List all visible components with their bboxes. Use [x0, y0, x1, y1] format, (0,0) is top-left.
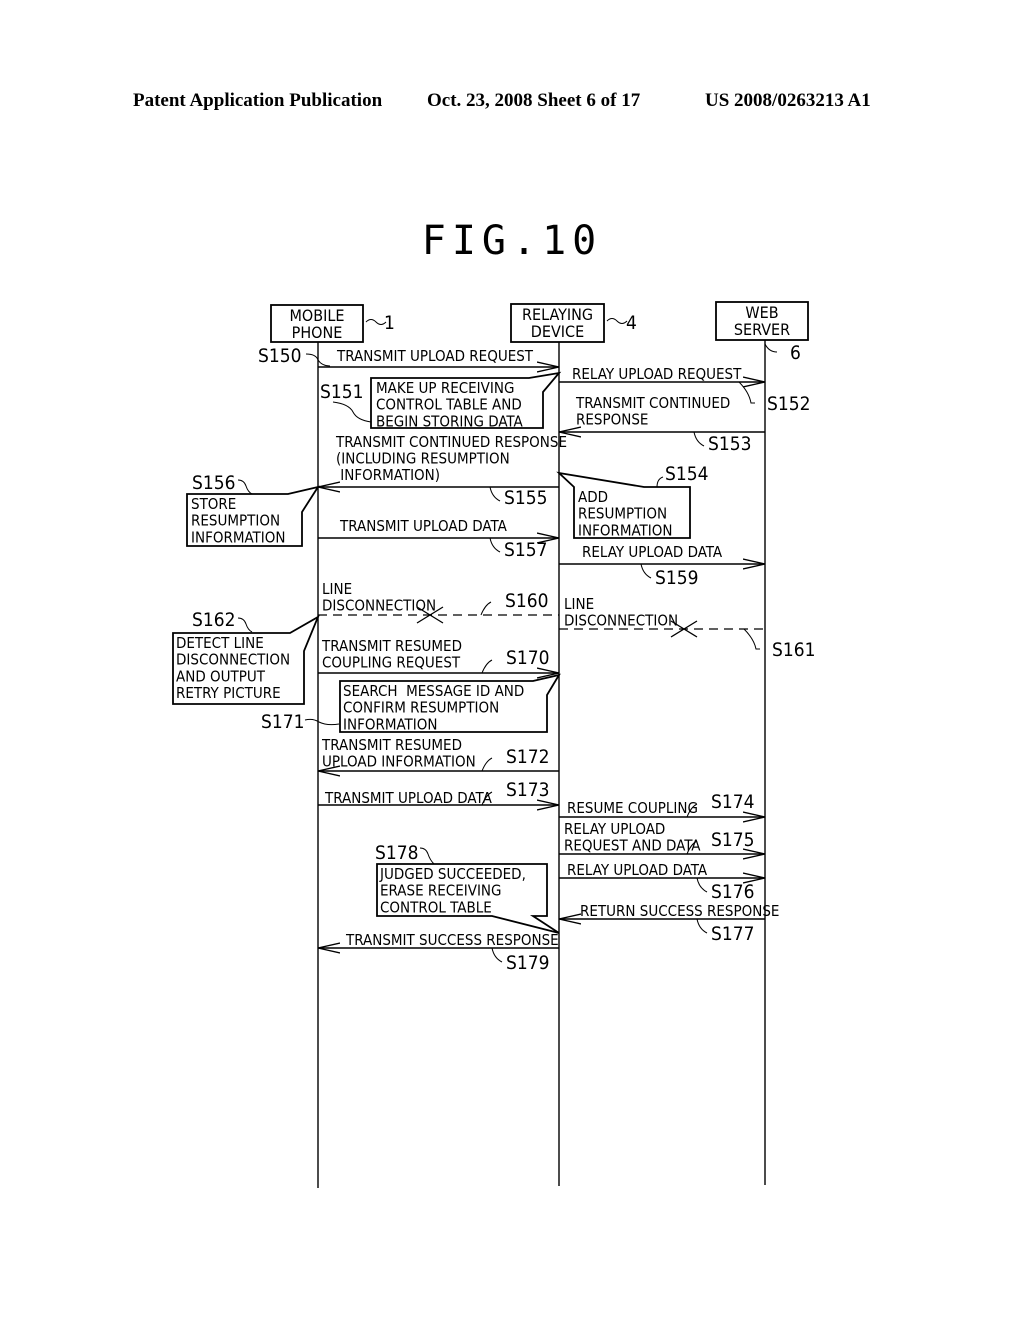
message-label: LINE	[322, 580, 352, 598]
entity-label-relay: DEVICE	[531, 322, 584, 341]
message-label: RETURN SUCCESS RESPONSE	[580, 902, 779, 920]
process-note-text: RETRY PICTURE	[176, 684, 281, 702]
message-label: TRANSMIT UPLOAD DATA	[324, 789, 493, 807]
step-label: S175	[711, 829, 754, 851]
message-label: TRANSMIT CONTINUED	[575, 394, 730, 412]
ref-leader	[764, 343, 778, 353]
message-label: RESUME COUPLING	[567, 799, 698, 817]
step-label: S153	[708, 433, 751, 455]
sequence-diagram: MOBILEPHONE 1 RELAYINGDEVICE 4 WEBSERVER6TRA…	[172, 301, 815, 1188]
step-leader	[489, 537, 501, 553]
step-leader	[693, 431, 705, 447]
message-label: REQUEST AND DATA	[564, 837, 701, 855]
message-label: RELAY UPLOAD DATA	[567, 861, 708, 879]
step-leader	[237, 617, 253, 633]
step-leader	[419, 847, 435, 865]
message-label: INFORMATION)	[336, 466, 440, 484]
process-note-text: MAKE UP RECEIVING	[376, 379, 514, 397]
message-label: COUPLING REQUEST	[322, 654, 461, 672]
message-label: RELAY UPLOAD	[564, 820, 665, 838]
message-label: RESPONSE	[576, 411, 648, 429]
process-note-text: BEGIN STORING DATA	[376, 412, 523, 430]
step-label: S159	[655, 567, 698, 589]
process-note-text: CONTROL TABLE	[380, 898, 492, 916]
step-leader	[738, 381, 755, 404]
entity-ref-mobile: 1	[384, 312, 395, 334]
process-note-text: DETECT LINE	[176, 634, 264, 652]
ref-leader	[606, 318, 628, 324]
step-leader	[743, 628, 760, 650]
step-label: S157	[504, 539, 547, 561]
entity-label-mobile: PHONE	[292, 323, 343, 342]
message-label: TRANSMIT CONTINUED RESPONSE	[335, 433, 567, 451]
step-leader	[304, 718, 340, 726]
message-label: TRANSMIT UPLOAD REQUEST	[336, 347, 534, 365]
step-leader	[332, 401, 372, 423]
ref-leader	[365, 319, 387, 325]
process-note-text: STORE	[191, 495, 236, 513]
step-leader	[489, 486, 501, 502]
step-label: S156	[192, 472, 235, 494]
process-note-text: AND OUTPUT	[176, 667, 266, 685]
step-leader	[656, 476, 664, 488]
step-label: S176	[711, 881, 754, 903]
entity-label-web: SERVER	[734, 320, 790, 339]
step-label: S177	[711, 923, 754, 945]
message-label: RELAY UPLOAD DATA	[582, 543, 723, 561]
step-leader	[481, 659, 493, 674]
step-label: S172	[506, 746, 549, 768]
process-note-text: JUDGED SUCCEEDED,	[379, 865, 526, 883]
process-note-text: ERASE RECEIVING	[380, 882, 502, 900]
step-leader	[480, 601, 492, 616]
step-label: S155	[504, 487, 547, 509]
message-label: TRANSMIT UPLOAD DATA	[339, 517, 508, 535]
process-note-text: ADD	[578, 488, 608, 506]
step-label: S174	[711, 791, 754, 813]
message-label: TRANSMIT RESUMED	[321, 736, 462, 754]
process-note-text: INFORMATION	[343, 715, 437, 733]
step-leader	[491, 947, 503, 963]
step-leader	[640, 563, 652, 579]
step-label: S154	[665, 463, 708, 485]
step-label: S152	[767, 393, 810, 415]
message-label: (INCLUDING RESUMPTION	[336, 450, 510, 468]
step-leader	[237, 479, 253, 495]
message-label: DISCONNECTION	[322, 597, 436, 615]
message-label: TRANSMIT SUCCESS RESPONSE	[345, 931, 559, 949]
step-label: S178	[375, 842, 418, 864]
step-label: S161	[772, 639, 815, 661]
step-label: S150	[258, 345, 301, 367]
process-note-text: RESUMPTION	[578, 505, 667, 523]
process-note-text: SEARCH MESSAGE ID AND	[343, 682, 524, 700]
step-label: S171	[261, 711, 304, 733]
entity-ref-web: 6	[790, 342, 801, 364]
process-note-text: RESUMPTION	[191, 512, 280, 530]
step-label: S170	[506, 647, 549, 669]
message-label: TRANSMIT RESUMED	[321, 637, 462, 655]
step-label: S160	[505, 590, 548, 612]
step-label: S173	[506, 779, 549, 801]
step-leader	[696, 918, 708, 934]
step-leader	[481, 757, 493, 772]
message-label: LINE	[564, 595, 594, 613]
process-note-text: CONFIRM RESUMPTION	[343, 699, 499, 717]
step-label: S151	[320, 381, 363, 403]
message-label: RELAY UPLOAD REQUEST	[572, 365, 742, 383]
step-leader	[696, 877, 708, 893]
process-note-text: INFORMATION	[191, 528, 285, 546]
message-label: DISCONNECTION	[564, 612, 678, 630]
entity-ref-relay: 4	[626, 312, 637, 334]
step-label: S162	[192, 609, 235, 631]
process-note-text: INFORMATION	[578, 521, 672, 539]
process-note-text: CONTROL TABLE AND	[376, 396, 522, 414]
message-label: UPLOAD INFORMATION	[322, 753, 476, 771]
process-note-text: DISCONNECTION	[176, 651, 290, 669]
step-label: S179	[506, 952, 549, 974]
